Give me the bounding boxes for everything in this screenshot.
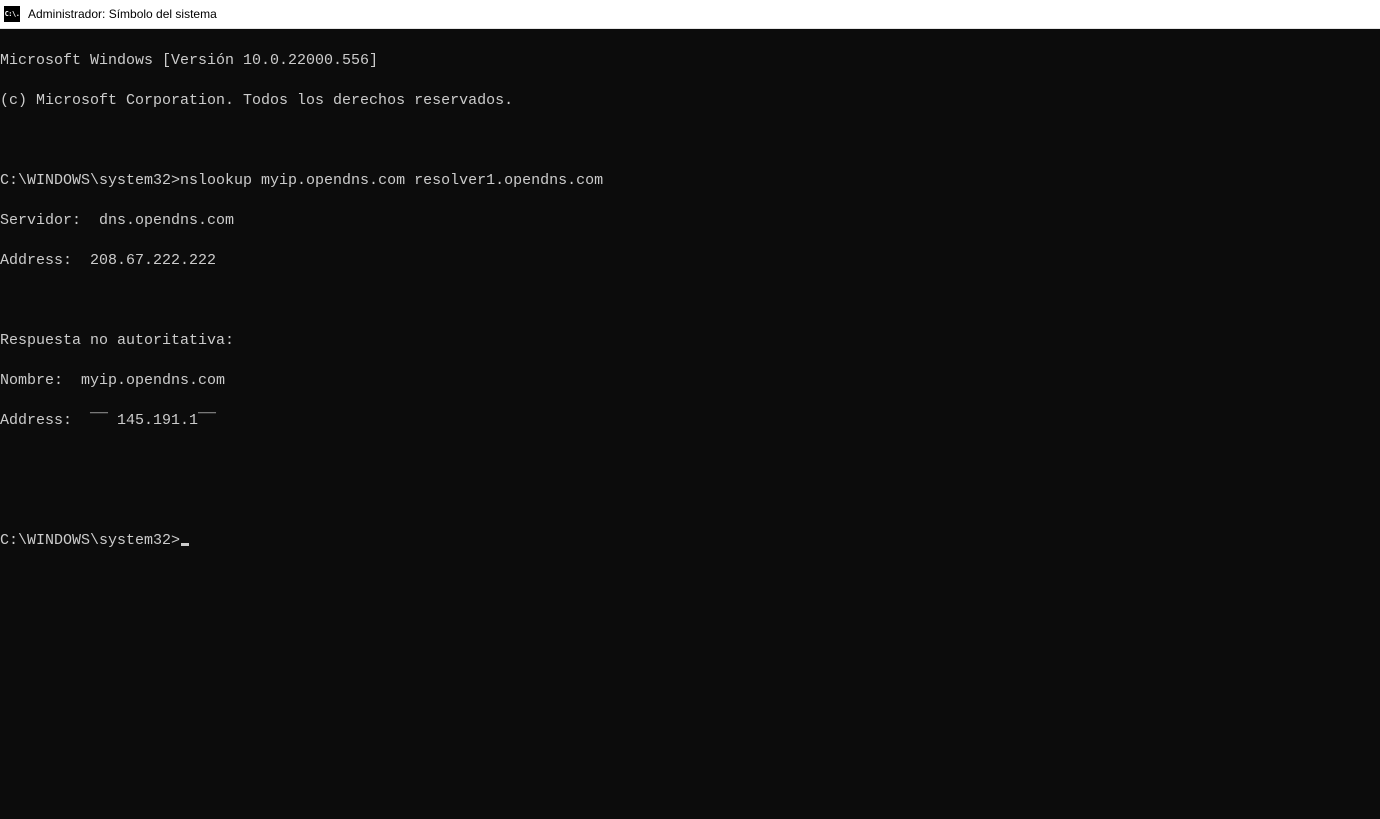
terminal-blank-line: [0, 291, 1380, 311]
terminal-response-nonauth: Respuesta no autoritativa:: [0, 331, 1380, 351]
terminal-command: nslookup myip.opendns.com resolver1.open…: [180, 172, 603, 189]
terminal-header-line: Microsoft Windows [Versión 10.0.22000.55…: [0, 51, 1380, 71]
terminal-blank-line: [0, 491, 1380, 511]
cmd-icon: C:\.: [4, 6, 20, 22]
terminal-blank-line: [0, 131, 1380, 151]
terminal-response-address2: Address: ¯¯ 145.191.1¯¯: [0, 411, 1380, 431]
terminal-blank-line: [0, 451, 1380, 471]
terminal-response-name: Nombre: myip.opendns.com: [0, 371, 1380, 391]
terminal-cursor: [181, 543, 189, 546]
terminal-current-prompt-line: C:\WINDOWS\system32>: [0, 531, 1380, 551]
terminal-prompt: C:\WINDOWS\system32>: [0, 532, 180, 549]
terminal-prompt: C:\WINDOWS\system32>: [0, 172, 180, 189]
terminal-command-line: C:\WINDOWS\system32>nslookup myip.opendn…: [0, 171, 1380, 191]
terminal-response-server: Servidor: dns.opendns.com: [0, 211, 1380, 231]
cmd-icon-text: C:\.: [5, 11, 20, 18]
terminal-copyright-line: (c) Microsoft Corporation. Todos los der…: [0, 91, 1380, 111]
terminal-response-address: Address: 208.67.222.222: [0, 251, 1380, 271]
window-titlebar[interactable]: C:\. Administrador: Símbolo del sistema: [0, 0, 1380, 29]
terminal-area[interactable]: Microsoft Windows [Versión 10.0.22000.55…: [0, 29, 1380, 819]
window-title: Administrador: Símbolo del sistema: [28, 7, 217, 21]
